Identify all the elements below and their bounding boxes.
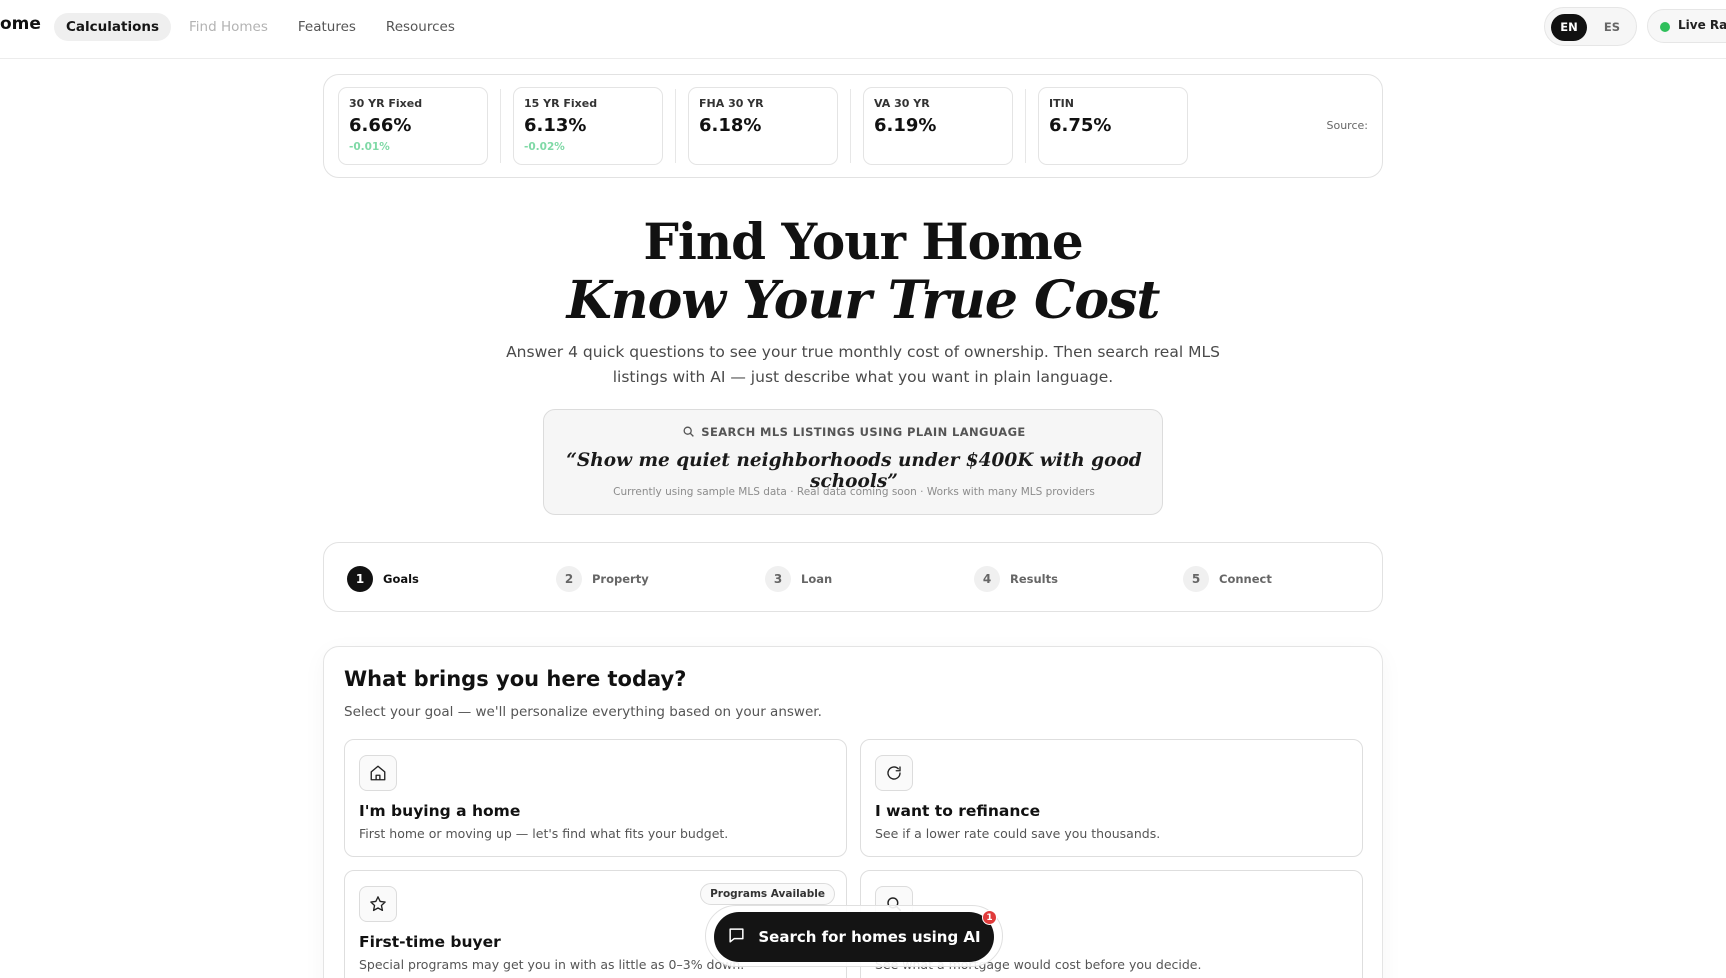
top-navigation: ome Calculations Find Homes Features Res… <box>0 0 1726 59</box>
nav-find-homes[interactable]: Find Homes <box>177 13 280 41</box>
star-icon <box>359 886 397 922</box>
search-data-note: Currently using sample MLS data · Real d… <box>613 486 1095 498</box>
rate-value: 6.13% <box>524 115 587 136</box>
goal-title: What brings you here today? <box>344 667 687 691</box>
rate-value: 6.66% <box>349 115 412 136</box>
nav-features[interactable]: Features <box>286 13 368 41</box>
mortgage-rates-strip: 30 YR Fixed 6.66% -0.01% 15 YR Fixed 6.1… <box>323 74 1383 178</box>
step-number: 3 <box>765 565 791 592</box>
lang-en-button[interactable]: EN <box>1551 14 1587 41</box>
brand-logo[interactable]: ome <box>0 14 41 34</box>
home-icon <box>359 755 397 791</box>
progress-stepper: 1 Goals 2 Property 3 Loan 4 Results 5 Co… <box>323 542 1383 612</box>
step-loan[interactable]: 3 Loan <box>765 565 832 592</box>
goal-subtitle: Select your goal — we'll personalize eve… <box>344 704 822 720</box>
option-refinance[interactable]: I want to refinance See if a lower rate … <box>860 739 1363 857</box>
ai-search-promo-card[interactable]: SEARCH MLS LISTINGS USING PLAIN LANGUAGE… <box>543 409 1163 515</box>
rate-card-15yr-fixed[interactable]: 15 YR Fixed 6.13% -0.02% <box>513 87 663 165</box>
option-description: See if a lower rate could save you thous… <box>875 826 1161 841</box>
rate-name: 30 YR Fixed <box>349 97 423 110</box>
rate-name: FHA 30 YR <box>699 97 764 110</box>
rate-divider <box>1025 89 1026 163</box>
step-number: 1 <box>347 565 373 592</box>
refresh-icon <box>875 755 913 791</box>
programs-available-badge: Programs Available <box>700 883 835 905</box>
step-number: 4 <box>974 565 1000 592</box>
nav-calculations[interactable]: Calculations <box>54 13 171 41</box>
search-homes-ai-button[interactable]: Search for homes using AI <box>714 912 994 962</box>
option-title: I want to refinance <box>875 802 1041 820</box>
chat-icon <box>727 926 746 949</box>
rate-name: ITIN <box>1049 97 1074 110</box>
rate-value: 6.75% <box>1049 115 1112 136</box>
rate-value: 6.19% <box>874 115 937 136</box>
step-connect[interactable]: 5 Connect <box>1183 565 1272 592</box>
step-number: 2 <box>556 565 582 592</box>
main-nav: Calculations Find Homes Features Resourc… <box>54 13 467 41</box>
lang-es-button[interactable]: ES <box>1594 14 1630 41</box>
rate-name: VA 30 YR <box>874 97 930 110</box>
rates-source-label: Source: <box>1326 119 1369 132</box>
rate-card-va-30yr[interactable]: VA 30 YR 6.19% <box>863 87 1013 165</box>
step-label: Goals <box>383 571 419 586</box>
rate-card-itin[interactable]: ITIN 6.75% <box>1038 87 1188 165</box>
rate-name: 15 YR Fixed <box>524 97 598 110</box>
option-description: Special programs may get you in with as … <box>359 957 745 972</box>
hero-title-line2: Know Your True Cost <box>566 270 1161 331</box>
option-title: I'm buying a home <box>359 802 521 820</box>
language-switcher: EN ES <box>1544 7 1637 46</box>
notification-badge: 1 <box>982 910 997 925</box>
step-property[interactable]: 2 Property <box>556 565 649 592</box>
step-label: Loan <box>801 571 833 586</box>
nav-resources[interactable]: Resources <box>374 13 467 41</box>
search-icon <box>682 425 695 441</box>
step-goals[interactable]: 1 Goals <box>347 565 419 592</box>
search-kicker: SEARCH MLS LISTINGS USING PLAIN LANGUAGE <box>544 425 1164 441</box>
rate-change: -0.02% <box>524 141 565 153</box>
option-buying-home[interactable]: I'm buying a home First home or moving u… <box>344 739 847 857</box>
step-label: Results <box>1010 571 1058 586</box>
live-rates-label: Live Rat <box>1678 18 1726 32</box>
step-label: Property <box>592 571 649 586</box>
live-rates-pill[interactable]: Live Rat <box>1647 9 1726 43</box>
rate-divider <box>675 89 676 163</box>
rate-card-30yr-fixed[interactable]: 30 YR Fixed 6.66% -0.01% <box>338 87 488 165</box>
live-status-dot <box>1660 22 1670 32</box>
hero-title-line1: Find Your Home <box>643 212 1083 271</box>
ai-search-floating-wrapper: Search for homes using AI <box>705 905 1003 967</box>
step-results[interactable]: 4 Results <box>974 565 1058 592</box>
rate-value: 6.18% <box>699 115 762 136</box>
rate-change: -0.01% <box>349 141 390 153</box>
rate-divider <box>500 89 501 163</box>
ai-button-label: Search for homes using AI <box>758 928 981 946</box>
step-label: Connect <box>1219 571 1272 586</box>
rate-divider <box>850 89 851 163</box>
rate-card-fha-30yr[interactable]: FHA 30 YR 6.18% <box>688 87 838 165</box>
option-title: First-time buyer <box>359 933 501 951</box>
option-description: First home or moving up — let's find wha… <box>359 826 729 841</box>
search-kicker-text: SEARCH MLS LISTINGS USING PLAIN LANGUAGE <box>701 425 1026 439</box>
hero-subtitle: Answer 4 quick questions to see your tru… <box>506 343 1220 386</box>
step-number: 5 <box>1183 565 1209 592</box>
